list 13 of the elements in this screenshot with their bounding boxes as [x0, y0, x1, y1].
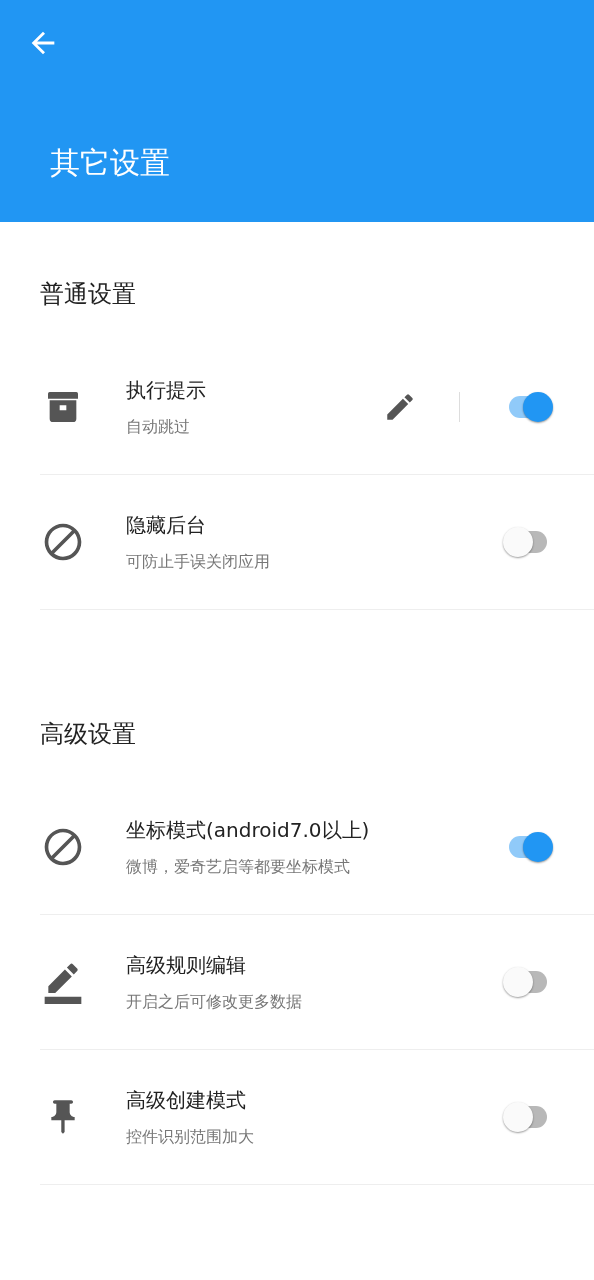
setting-subtitle: 控件识别范围加大 [126, 1126, 255, 1148]
setting-title: 执行提示 [126, 377, 207, 404]
setting-subtitle: 微博，爱奇艺启等都要坐标模式 [126, 856, 351, 878]
setting-title: 隐藏后台 [126, 512, 207, 539]
setting-title: 高级规则编辑 [126, 952, 247, 979]
setting-subtitle: 开启之后可修改更多数据 [126, 991, 303, 1013]
setting-subtitle: 自动跳过 [126, 416, 191, 438]
setting-title: 高级创建模式 [126, 1087, 247, 1114]
section-title: 普通设置 [39, 279, 137, 310]
page-title: 其它设置 [50, 144, 170, 182]
setting-title: 坐标模式(android7.0以上) [126, 817, 371, 844]
section-title: 高级设置 [39, 719, 137, 750]
setting-subtitle: 可防止手误关闭应用 [126, 551, 271, 573]
